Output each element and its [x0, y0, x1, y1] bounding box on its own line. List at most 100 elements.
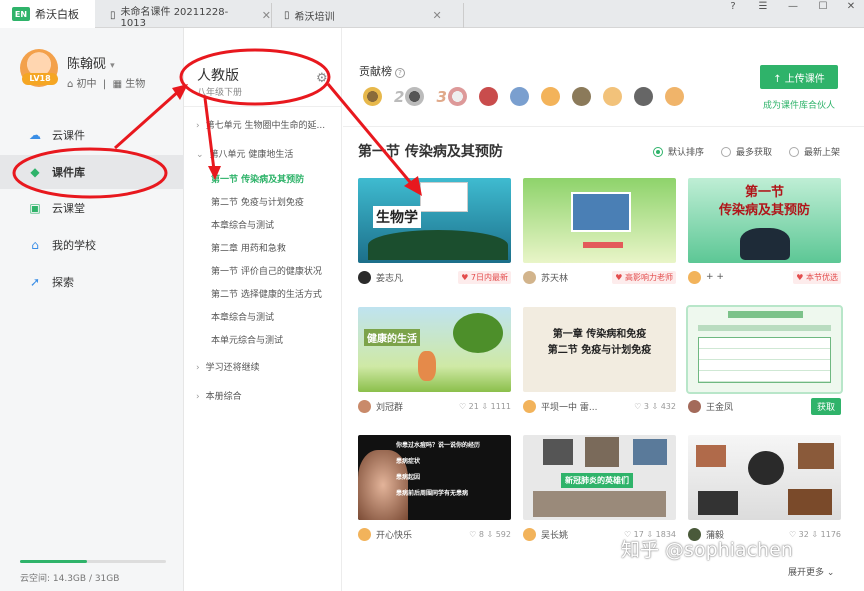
- tree-item[interactable]: 第一节 评价自己的健康状况: [211, 264, 351, 277]
- thumbnail-text: 第一章 传染病和免疫 第二节 免疫与计划免疫: [547, 329, 652, 356]
- storage-fill: [20, 560, 88, 563]
- tree-unit-7[interactable]: › 第七单元 生物圈中生命的延...: [196, 118, 336, 131]
- contributor-avatar[interactable]: [602, 87, 622, 106]
- tree-item[interactable]: 第二节 选择健康的生活方式: [211, 287, 351, 300]
- courseware-card[interactable]: 健康的生活 刘冠群 ♡ 21 ⇩ 1111: [358, 307, 511, 413]
- tree-item[interactable]: 第二节 免疫与计划免疫: [211, 195, 351, 208]
- tree-item[interactable]: 本章综合与测试: [211, 310, 351, 323]
- swan-image: [368, 230, 508, 260]
- courseware-card[interactable]: 第一节 传染病及其预防 + + ♥ 本节优选: [688, 178, 841, 284]
- upload-courseware-button[interactable]: ↑ 上传课件: [760, 65, 838, 89]
- courseware-thumbnail[interactable]: 第一章 传染病和免疫 第二节 免疫与计划免疫: [523, 307, 676, 392]
- nav-label: 云课堂: [52, 202, 85, 215]
- author-avatar: [358, 399, 371, 413]
- courseware-card[interactable]: 王金凤 获取: [686, 305, 843, 415]
- tree-continue[interactable]: › 学习还将继续: [196, 360, 336, 373]
- photo-image: [585, 437, 619, 467]
- tab-untitled-courseware[interactable]: ▯ 未命名课件 20211228-1013 ✕: [100, 3, 272, 29]
- courseware-thumbnail[interactable]: 第一节 传染病及其预防: [688, 178, 841, 263]
- app-name: 希沃白板: [35, 8, 79, 21]
- user-meta: ⌂ 初中 | ▦ 生物: [67, 79, 146, 90]
- gear-icon[interactable]: ⚙: [316, 71, 328, 86]
- nav-my-school[interactable]: ⌂ 我的学校: [0, 228, 184, 262]
- contributor-avatar[interactable]: [509, 87, 529, 106]
- minimize-button[interactable]: —: [778, 0, 808, 14]
- close-window-button[interactable]: ✕: [836, 0, 864, 14]
- rank-2-avatar[interactable]: [405, 87, 425, 106]
- textbook-subtitle: 八年级下册: [197, 88, 243, 98]
- tree-item[interactable]: 第二章 用药和急救: [211, 241, 351, 254]
- courseware-thumbnail[interactable]: [523, 178, 676, 263]
- main-content: 贡献榜? 2 3 ↑ 上传课件 成为课件库合伙人 第一节 传染病及其预防 默认排…: [343, 28, 864, 591]
- courseware-thumbnail[interactable]: 新冠肺炎的英雄们: [523, 435, 676, 520]
- author-avatar: [688, 270, 701, 284]
- rank-3-avatar[interactable]: [447, 87, 467, 106]
- app-tab[interactable]: EN 希沃白板: [0, 0, 95, 28]
- animal-image: [788, 489, 832, 515]
- nav-cloud-classroom[interactable]: ▣ 云课堂: [0, 191, 184, 225]
- tab-seewo-training[interactable]: ▯ 希沃培训 ✕: [274, 3, 464, 28]
- nav-label: 课件库: [52, 166, 85, 179]
- menu-icon[interactable]: ☰: [748, 0, 778, 14]
- contributor-avatar[interactable]: [540, 87, 560, 106]
- help-icon[interactable]: ?: [718, 0, 748, 14]
- courseware-thumbnail[interactable]: [688, 435, 841, 520]
- card-stats: ♡ 32 ⇩ 1176: [788, 529, 841, 539]
- courseware-thumbnail[interactable]: 健康的生活: [358, 307, 511, 392]
- courseware-card[interactable]: 第一章 传染病和免疫 第二节 免疫与计划免疫 平坝一中 雷... ♡ 3 ⇩ 4…: [523, 307, 676, 413]
- contributor-avatar[interactable]: [633, 87, 653, 106]
- author-avatar: [688, 399, 701, 413]
- animal-image: [798, 443, 834, 469]
- username-text: 陈翰砚: [67, 57, 107, 72]
- tree-item[interactable]: 本单元综合与测试: [211, 333, 351, 346]
- rank-2-number: 2: [394, 87, 405, 106]
- rank-1-avatar[interactable]: [363, 87, 382, 106]
- sort-default[interactable]: 默认排序: [653, 145, 704, 158]
- tree-item-active[interactable]: 第一节 传染病及其预防: [211, 172, 351, 185]
- help-icon[interactable]: ?: [395, 68, 405, 78]
- nav-explore[interactable]: ➚ 探索: [0, 265, 184, 299]
- become-partner-link[interactable]: 成为课件库合伙人: [763, 98, 835, 111]
- contributor-avatar[interactable]: [478, 87, 498, 106]
- chevron-right-icon: ›: [196, 121, 200, 131]
- tree-unit-8[interactable]: ⌄ 第八单元 健康地生活: [196, 147, 336, 160]
- sidebar: LV18 陈翰砚 ▾ ⌂ 初中 | ▦ 生物 ☁ 云课件 ◆ 课件库 ▣ 云课堂 ⌂ 我…: [0, 28, 184, 591]
- thumbnail-text: 生物学: [373, 206, 421, 228]
- courseware-card[interactable]: 生物学 姜志凡 ♥ 7日内最新: [358, 178, 511, 284]
- banner-image: [583, 242, 623, 248]
- thumbnail-text: 健康的生活: [364, 329, 420, 346]
- photo-image: [633, 439, 667, 465]
- username[interactable]: 陈翰砚 ▾: [67, 53, 115, 72]
- sort-label: 最多获取: [736, 148, 773, 158]
- card-meta: 王金凤 获取: [688, 397, 841, 415]
- courseware-card[interactable]: 新冠肺炎的英雄们 吴长姚 ♡ 17 ⇩ 1834: [523, 435, 676, 541]
- contributor-avatar[interactable]: [571, 87, 591, 106]
- expand-more-link[interactable]: 展开更多 ⌄: [788, 565, 834, 578]
- card-stats: ♡ 8 ⇩ 592: [469, 529, 511, 539]
- author-avatar: [358, 527, 371, 541]
- courseware-card[interactable]: 苏天林 ♥ 高影响力老师: [523, 178, 676, 284]
- tree-item[interactable]: 本章综合与测试: [211, 218, 351, 231]
- level-badge: LV18: [22, 73, 58, 85]
- nav-courseware-library[interactable]: ◆ 课件库: [0, 155, 184, 189]
- radio-selected: [653, 146, 663, 157]
- courseware-thumbnail[interactable]: [686, 305, 843, 394]
- get-courseware-button[interactable]: 获取: [810, 397, 841, 415]
- section-title: 第一节 传染病及其预防: [358, 144, 503, 160]
- close-icon[interactable]: ✕: [262, 9, 271, 22]
- courseware-card[interactable]: 你患过水痘吗？说一说你的经历 患病症状 患病起因 患病前后周围同学有无患病 开心…: [358, 435, 511, 541]
- nav-cloud-courseware[interactable]: ☁ 云课件: [0, 118, 184, 152]
- sort-most-acquired[interactable]: 最多获取: [721, 145, 772, 158]
- courseware-card[interactable]: 蒲毅 ♡ 32 ⇩ 1176: [688, 435, 841, 541]
- tree-label: 第八单元 健康地生活: [209, 150, 294, 160]
- courseware-thumbnail[interactable]: 生物学: [358, 178, 511, 263]
- contributor-avatar[interactable]: [664, 87, 684, 106]
- textbook-title[interactable]: 人教版: [197, 65, 239, 85]
- maximize-button[interactable]: ☐: [808, 0, 838, 14]
- sort-newest[interactable]: 最新上架: [789, 145, 840, 158]
- tree-book-review[interactable]: › 本册综合: [196, 389, 336, 402]
- close-icon[interactable]: ✕: [433, 9, 442, 22]
- courseware-thumbnail[interactable]: 你患过水痘吗？说一说你的经历 患病症状 患病起因 患病前后周围同学有无患病: [358, 435, 511, 520]
- author-avatar: [523, 399, 536, 413]
- nav-label: 探索: [52, 276, 74, 289]
